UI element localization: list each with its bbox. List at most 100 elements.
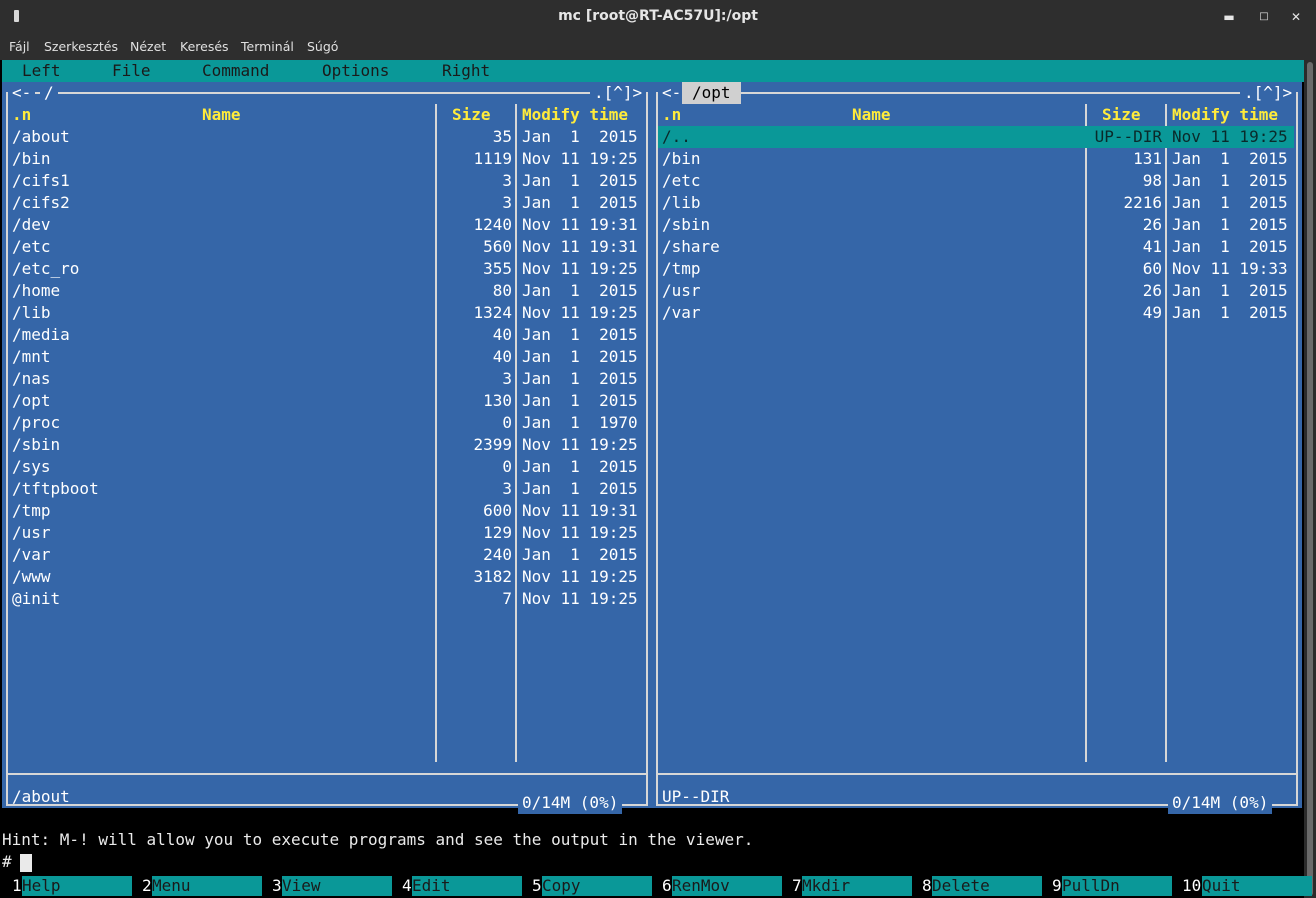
left-nav-back[interactable]: <- <box>8 82 36 104</box>
left-header-size[interactable]: Size <box>452 104 491 126</box>
menu-sugo[interactable]: Súgó <box>307 39 338 54</box>
left-file-row[interactable]: /cifs1 3 Jan 1 2015 <box>8 170 644 192</box>
left-file-row[interactable]: /tmp 600 Nov 11 19:31 <box>8 500 644 522</box>
left-file-row[interactable]: /cifs2 3 Jan 1 2015 <box>8 192 644 214</box>
left-header-name[interactable]: Name <box>202 104 241 126</box>
left-panel[interactable]: <- / .[^]> .n Name Size Modify time /abo… <box>2 82 652 814</box>
right-header-size[interactable]: Size <box>1102 104 1141 126</box>
file-mtime: Nov 11 19:25 <box>522 435 638 454</box>
fkey-delete[interactable]: 8 Delete <box>922 876 1042 896</box>
file-size: 0 <box>502 457 512 476</box>
file-size: 3 <box>502 369 512 388</box>
fkey-view[interactable]: 3 View <box>272 876 392 896</box>
left-file-row[interactable]: /etc_ro 355 Nov 11 19:25 <box>8 258 644 280</box>
scrollbar-thumb[interactable] <box>1307 62 1313 896</box>
minimize-icon[interactable]: ▬ <box>1220 8 1238 26</box>
command-line-cursor[interactable] <box>20 854 32 872</box>
file-name: /home <box>12 281 61 300</box>
fkey-renmov[interactable]: 6 RenMov <box>662 876 782 896</box>
menu-nezet[interactable]: Nézet <box>130 39 166 54</box>
menu-kereses[interactable]: Keresés <box>180 39 229 54</box>
right-file-row[interactable]: /.. UP--DIR Nov 11 19:25 <box>658 126 1294 148</box>
left-file-row[interactable]: /bin 1119 Nov 11 19:25 <box>8 148 644 170</box>
file-size: 240 <box>483 545 512 564</box>
right-header-sort[interactable]: .n <box>662 104 681 126</box>
right-header-mtime[interactable]: Modify time <box>1172 104 1278 126</box>
left-file-row[interactable]: /media 40 Jan 1 2015 <box>8 324 644 346</box>
mc-menu-right[interactable]: Right <box>442 61 490 80</box>
file-mtime: Jan 1 2015 <box>522 127 638 146</box>
right-free-space: 0/14M (0%) <box>1168 792 1273 814</box>
left-header-mtime[interactable]: Modify time <box>522 104 628 126</box>
left-file-row[interactable]: /sys 0 Jan 1 2015 <box>8 456 644 478</box>
file-name: /etc_ro <box>12 259 80 278</box>
mc-menu-options[interactable]: Options <box>322 61 389 80</box>
mc-menu-file[interactable]: File <box>112 61 151 80</box>
left-file-row[interactable]: /mnt 40 Jan 1 2015 <box>8 346 644 368</box>
left-file-row[interactable]: /nas 3 Jan 1 2015 <box>8 368 644 390</box>
left-status-divider <box>6 773 648 775</box>
right-file-row[interactable]: /bin 131 Jan 1 2015 <box>658 148 1294 170</box>
close-icon[interactable]: ✕ <box>1287 8 1305 26</box>
left-file-row[interactable]: /about 35 Jan 1 2015 <box>8 126 644 148</box>
left-header-sort[interactable]: .n <box>12 104 31 126</box>
menu-szerkesztes[interactable]: Szerkesztés <box>44 39 118 54</box>
left-file-row[interactable]: /home 80 Jan 1 2015 <box>8 280 644 302</box>
left-file-row[interactable]: /etc 560 Nov 11 19:31 <box>8 236 644 258</box>
fkey-pulldn[interactable]: 9 PullDn <box>1052 876 1172 896</box>
right-panel[interactable]: <- /opt .[^]> .n Name Size Modify time /… <box>652 82 1302 814</box>
right-file-row[interactable]: /usr 26 Jan 1 2015 <box>658 280 1294 302</box>
fkey-menu[interactable]: 2 Menu <box>142 876 262 896</box>
left-file-row[interactable]: /www 3182 Nov 11 19:25 <box>8 566 644 588</box>
terminal-scrollbar[interactable] <box>1304 60 1316 898</box>
menu-fajl[interactable]: Fájl <box>9 39 30 54</box>
right-file-row[interactable]: /tmp 60 Nov 11 19:33 <box>658 258 1294 280</box>
fkey-number: 7 <box>792 876 802 895</box>
menu-terminal[interactable]: Terminál <box>241 39 294 54</box>
right-nav-history[interactable]: .[^]> <box>1240 82 1297 104</box>
mc-menu-command[interactable]: Command <box>202 61 269 80</box>
left-file-row[interactable]: /opt 130 Jan 1 2015 <box>8 390 644 412</box>
file-mtime: Nov 11 19:25 <box>522 303 638 322</box>
left-file-row[interactable]: /var 240 Jan 1 2015 <box>8 544 644 566</box>
right-file-row[interactable]: /var 49 Jan 1 2015 <box>658 302 1294 324</box>
file-size: 0 <box>502 413 512 432</box>
file-size: 2216 <box>1123 193 1162 212</box>
file-name: /etc <box>12 237 51 256</box>
fkey-number: 3 <box>272 876 282 895</box>
left-file-row[interactable]: /tftpboot 3 Jan 1 2015 <box>8 478 644 500</box>
left-nav-history[interactable]: .[^]> <box>590 82 647 104</box>
right-file-row[interactable]: /lib 2216 Jan 1 2015 <box>658 192 1294 214</box>
fkey-quit[interactable]: 10 Quit <box>1182 876 1316 896</box>
file-mtime: Jan 1 2015 <box>522 325 638 344</box>
file-name: /www <box>12 567 51 586</box>
right-file-row[interactable]: /share 41 Jan 1 2015 <box>658 236 1294 258</box>
terminal-area[interactable]: Left File Command Options Right <- / .[^… <box>0 60 1312 898</box>
mc-menu-left[interactable]: Left <box>22 61 61 80</box>
right-file-row[interactable]: /etc 98 Jan 1 2015 <box>658 170 1294 192</box>
function-key-bar: 1 Help 2 Menu 3 View 4 Edit 5 Copy 6 RenMov 7 Mkdir 8 D… <box>0 874 1312 898</box>
file-name: /var <box>662 303 701 322</box>
file-mtime: Jan 1 2015 <box>522 281 638 300</box>
fkey-edit[interactable]: 4 Edit <box>402 876 522 896</box>
file-name: /tftpboot <box>12 479 99 498</box>
fkey-number: 9 <box>1052 876 1062 895</box>
left-file-row[interactable]: /sbin 2399 Nov 11 19:25 <box>8 434 644 456</box>
fkey-help[interactable]: 1 Help <box>12 876 132 896</box>
right-file-row[interactable]: /sbin 26 Jan 1 2015 <box>658 214 1294 236</box>
fkey-copy[interactable]: 5 Copy <box>532 876 652 896</box>
left-file-row[interactable]: /proc 0 Jan 1 1970 <box>8 412 644 434</box>
file-size: 35 <box>492 127 512 146</box>
fkey-mkdir[interactable]: 7 Mkdir <box>792 876 912 896</box>
file-mtime: Nov 11 19:25 <box>522 567 638 586</box>
left-file-row[interactable]: @init 7 Nov 11 19:25 <box>8 588 644 610</box>
left-file-row[interactable]: /usr 129 Nov 11 19:25 <box>8 522 644 544</box>
file-mtime: Jan 1 2015 <box>1172 237 1288 256</box>
file-name: /bin <box>12 149 51 168</box>
file-mtime: Nov 11 19:25 <box>522 149 638 168</box>
file-name: /tmp <box>12 501 51 520</box>
left-file-row[interactable]: /lib 1324 Nov 11 19:25 <box>8 302 644 324</box>
left-file-row[interactable]: /dev 1240 Nov 11 19:31 <box>8 214 644 236</box>
right-header-name[interactable]: Name <box>852 104 891 126</box>
maximize-icon[interactable]: □ <box>1255 8 1273 26</box>
